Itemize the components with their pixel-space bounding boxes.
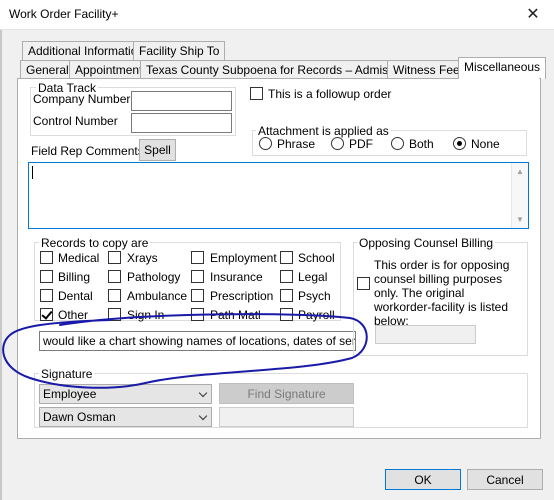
hand-drawn-ellipse-annotation	[2, 313, 368, 389]
